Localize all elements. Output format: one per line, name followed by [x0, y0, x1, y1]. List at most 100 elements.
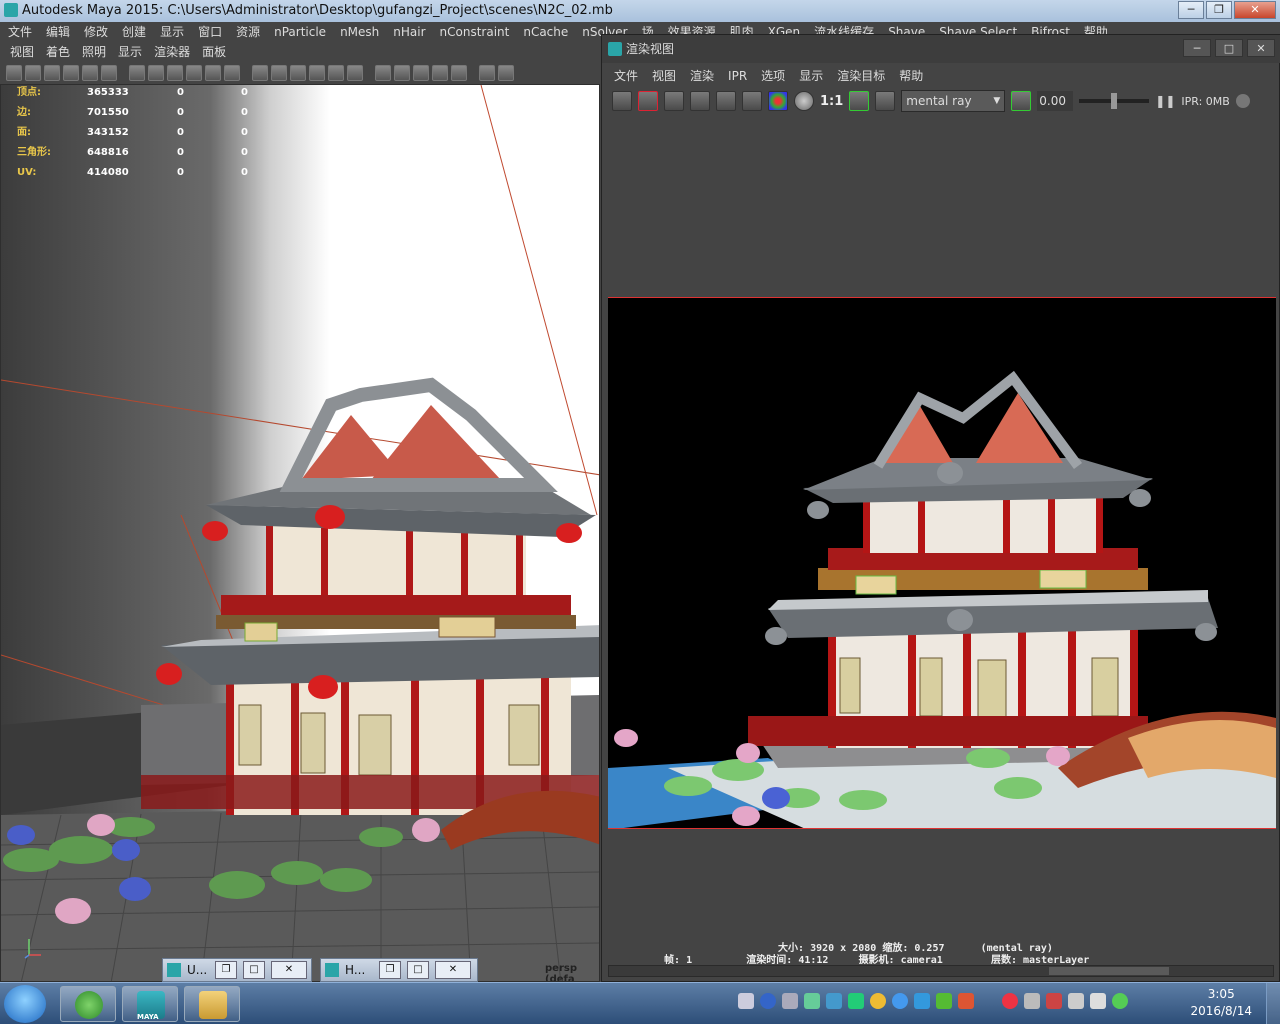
image-plane-icon[interactable]: [63, 65, 79, 81]
maximize-button[interactable]: □: [407, 961, 429, 979]
safe-title-icon[interactable]: [224, 65, 240, 81]
use-all-lights-icon[interactable]: [328, 65, 344, 81]
maximize-button[interactable]: □: [243, 961, 265, 979]
close-button[interactable]: ✕: [1247, 39, 1275, 57]
hud-icon[interactable]: [479, 65, 495, 81]
screen-icon[interactable]: [1024, 993, 1040, 1009]
rv-menu-render-target[interactable]: 渲染目标: [837, 65, 885, 87]
xray-icon[interactable]: [375, 65, 391, 81]
vp-menu-view[interactable]: 视图: [10, 42, 34, 62]
rv-menu-display[interactable]: 显示: [799, 65, 823, 87]
field-chart-icon[interactable]: [205, 65, 221, 81]
rv-menu-view[interactable]: 视图: [652, 65, 676, 87]
bookmark-icon[interactable]: [44, 65, 60, 81]
nvidia-icon[interactable]: [936, 993, 952, 1009]
menu-window[interactable]: 窗口: [198, 22, 222, 42]
resolution-gate-icon[interactable]: [167, 65, 183, 81]
pause-icon[interactable]: ❚❚: [1155, 94, 1175, 108]
rv-menu-ipr[interactable]: IPR: [728, 65, 747, 87]
menu-nconstraint[interactable]: nConstraint: [440, 22, 510, 42]
maximize-button[interactable]: ❐: [1206, 1, 1232, 19]
rv-menu-options[interactable]: 选项: [761, 65, 785, 87]
flag-icon[interactable]: [1046, 993, 1062, 1009]
renderer-dropdown[interactable]: mental ray ▼: [901, 90, 1006, 112]
menu-modify[interactable]: 修改: [84, 22, 108, 42]
show-desktop-button[interactable]: [1266, 983, 1280, 1024]
film-gate-icon[interactable]: [148, 65, 164, 81]
menu-edit[interactable]: 编辑: [46, 22, 70, 42]
wireframe-icon[interactable]: [252, 65, 268, 81]
keyboard-icon[interactable]: [738, 993, 754, 1009]
minimized-window-u[interactable]: U... ❐ □ ✕: [162, 958, 312, 982]
snapshot-icon[interactable]: [664, 91, 684, 111]
textured-icon[interactable]: [309, 65, 325, 81]
xray-joints-icon[interactable]: [394, 65, 410, 81]
grid-icon[interactable]: [129, 65, 145, 81]
grease-pencil-icon[interactable]: [101, 65, 117, 81]
update-icon[interactable]: [892, 993, 908, 1009]
media-player-icon[interactable]: [1002, 993, 1018, 1009]
alpha-channel-icon[interactable]: [794, 91, 814, 111]
menu-nhair[interactable]: nHair: [393, 22, 425, 42]
shield-icon[interactable]: [826, 993, 842, 1009]
real-size-button[interactable]: 1:1: [820, 94, 843, 109]
exposure-toggle-icon[interactable]: [1011, 91, 1032, 111]
security-icon[interactable]: [848, 993, 864, 1009]
exposure-field[interactable]: 0.00: [1037, 91, 1074, 111]
maximize-button[interactable]: □: [1215, 39, 1243, 57]
qq-icon[interactable]: [958, 993, 974, 1009]
restore-button[interactable]: ❐: [215, 961, 237, 979]
display-icon[interactable]: [1068, 993, 1084, 1009]
download-icon[interactable]: [914, 993, 930, 1009]
shadows-icon[interactable]: [347, 65, 363, 81]
horizontal-scrollbar[interactable]: [608, 965, 1274, 977]
camera-attributes-icon[interactable]: [25, 65, 41, 81]
menu-ncache[interactable]: nCache: [523, 22, 568, 42]
render-settings-icon[interactable]: [742, 91, 762, 111]
help-icon[interactable]: [760, 993, 776, 1009]
keep-image-icon[interactable]: [849, 91, 870, 111]
persp-viewport[interactable]: 顶点: 365333 0 0 边: 701550 0 0 面: 343152 0…: [0, 84, 600, 982]
rgb-channels-icon[interactable]: [768, 91, 788, 111]
minimize-button[interactable]: ─: [1183, 39, 1211, 57]
start-button[interactable]: [4, 985, 46, 1023]
clock-app-icon[interactable]: [870, 993, 886, 1009]
taskbar-clock[interactable]: 3:05 2016/8/14: [1190, 986, 1252, 1020]
backface-culling-icon[interactable]: [451, 65, 467, 81]
rv-menu-file[interactable]: 文件: [614, 65, 638, 87]
menu-assets[interactable]: 资源: [236, 22, 260, 42]
refresh-ipr-icon[interactable]: [716, 91, 736, 111]
network-icon[interactable]: [782, 993, 798, 1009]
select-camera-icon[interactable]: [6, 65, 22, 81]
ipr-render-icon[interactable]: [690, 91, 710, 111]
vp-menu-renderer[interactable]: 渲染器: [154, 42, 190, 62]
display-options-icon[interactable]: [498, 65, 514, 81]
gate-mask-icon[interactable]: [186, 65, 202, 81]
minimized-window-h[interactable]: H... ❐ □ ✕: [320, 958, 478, 982]
wechat-icon[interactable]: [1112, 993, 1128, 1009]
smooth-shade-icon[interactable]: [271, 65, 287, 81]
restore-button[interactable]: ❐: [379, 961, 401, 979]
redo-render-icon[interactable]: [612, 91, 632, 111]
rv-menu-help[interactable]: 帮助: [899, 65, 923, 87]
taskbar-explorer-button[interactable]: [184, 986, 240, 1022]
menu-nmesh[interactable]: nMesh: [340, 22, 379, 42]
close-button[interactable]: ✕: [271, 961, 307, 979]
taskbar-ie-button[interactable]: [60, 986, 116, 1022]
vp-menu-panels[interactable]: 面板: [202, 42, 226, 62]
2d-pan-zoom-icon[interactable]: [82, 65, 98, 81]
wireframe-on-shaded-icon[interactable]: [290, 65, 306, 81]
rv-menu-render[interactable]: 渲染: [690, 65, 714, 87]
volume-icon[interactable]: [1090, 993, 1106, 1009]
menu-nparticle[interactable]: nParticle: [274, 22, 326, 42]
minimize-button[interactable]: ─: [1178, 1, 1204, 19]
render-canvas[interactable]: [606, 117, 1277, 957]
menu-create[interactable]: 创建: [122, 22, 146, 42]
vp-menu-shading[interactable]: 着色: [46, 42, 70, 62]
isolate-select-icon[interactable]: [432, 65, 448, 81]
taskbar-maya-button[interactable]: MAYA: [122, 986, 178, 1022]
xray-components-icon[interactable]: [413, 65, 429, 81]
menu-file[interactable]: 文件: [8, 22, 32, 42]
close-button[interactable]: ✕: [435, 961, 471, 979]
render-region-icon[interactable]: [638, 91, 658, 111]
